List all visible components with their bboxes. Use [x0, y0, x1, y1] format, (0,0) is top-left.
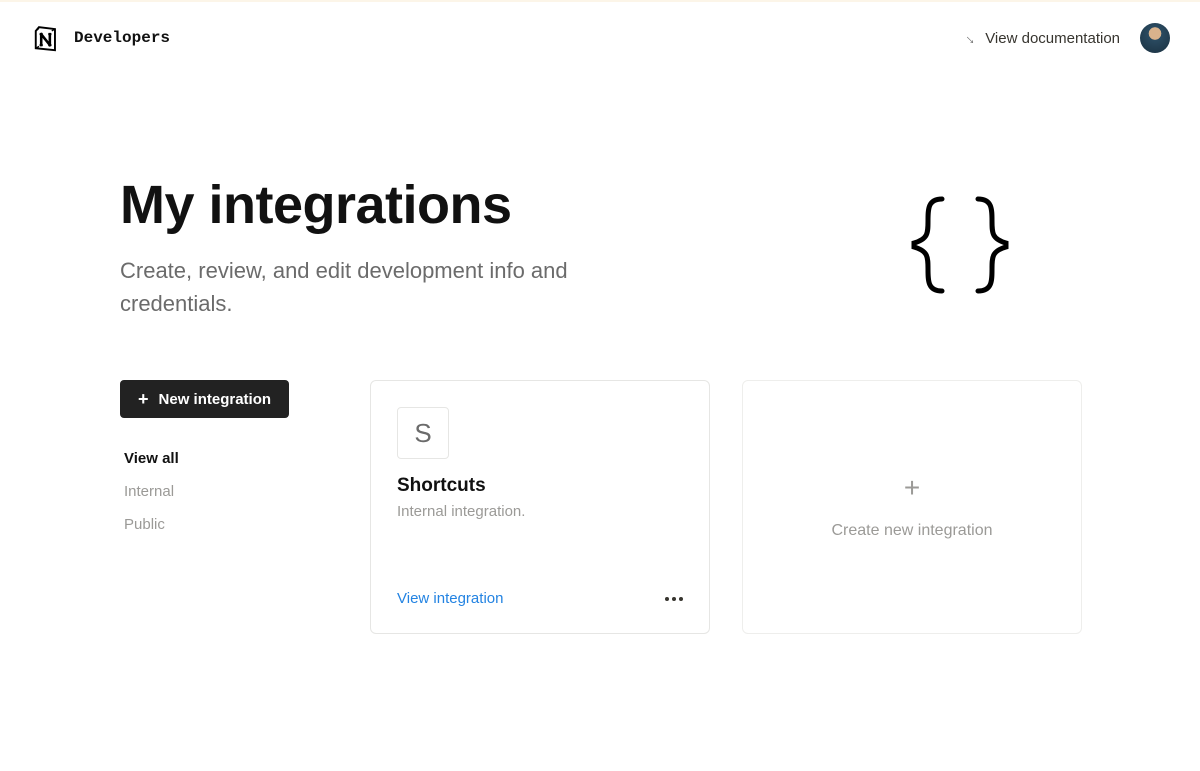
app-header: Developers → View documentation — [0, 2, 1200, 74]
create-card-label: Create new integration — [832, 522, 993, 540]
user-avatar[interactable] — [1140, 23, 1170, 53]
page-title: My integrations — [120, 174, 660, 236]
integration-title: Shortcuts — [397, 475, 683, 497]
more-options-icon[interactable] — [665, 597, 683, 601]
filter-internal[interactable]: Internal — [120, 475, 330, 508]
header-left: Developers — [30, 22, 170, 54]
page-subtitle: Create, review, and edit development inf… — [120, 254, 660, 320]
notion-logo-icon[interactable] — [30, 22, 62, 54]
new-integration-label: New integration — [159, 391, 272, 408]
plus-icon: + — [904, 474, 920, 502]
plus-icon: + — [138, 390, 149, 408]
cards-grid: S Shortcuts Internal integration. View i… — [370, 380, 1082, 634]
hero-section: My integrations Create, review, and edit… — [0, 74, 1200, 380]
filter-view-all[interactable]: View all — [120, 442, 330, 475]
filter-list: View all Internal Public — [120, 442, 330, 541]
integration-card[interactable]: S Shortcuts Internal integration. View i… — [370, 380, 710, 634]
curly-braces-icon — [900, 174, 1080, 320]
sidebar: + New integration View all Internal Publ… — [120, 380, 330, 634]
integration-icon-box: S — [397, 407, 449, 459]
view-documentation-link[interactable]: → View documentation — [965, 30, 1120, 47]
integration-icon-letter: S — [414, 418, 431, 449]
card-footer: View integration — [397, 590, 683, 607]
brand-label: Developers — [74, 29, 170, 47]
create-integration-card[interactable]: + Create new integration — [742, 380, 1082, 634]
new-integration-button[interactable]: + New integration — [120, 380, 289, 418]
hero-text: My integrations Create, review, and edit… — [120, 174, 660, 320]
doc-link-label: View documentation — [985, 30, 1120, 47]
filter-public[interactable]: Public — [120, 508, 330, 541]
header-right: → View documentation — [965, 23, 1170, 53]
integration-subtitle: Internal integration. — [397, 503, 683, 520]
content-area: + New integration View all Internal Publ… — [0, 380, 1200, 634]
external-arrow-icon: → — [962, 27, 983, 48]
view-integration-link[interactable]: View integration — [397, 590, 503, 607]
